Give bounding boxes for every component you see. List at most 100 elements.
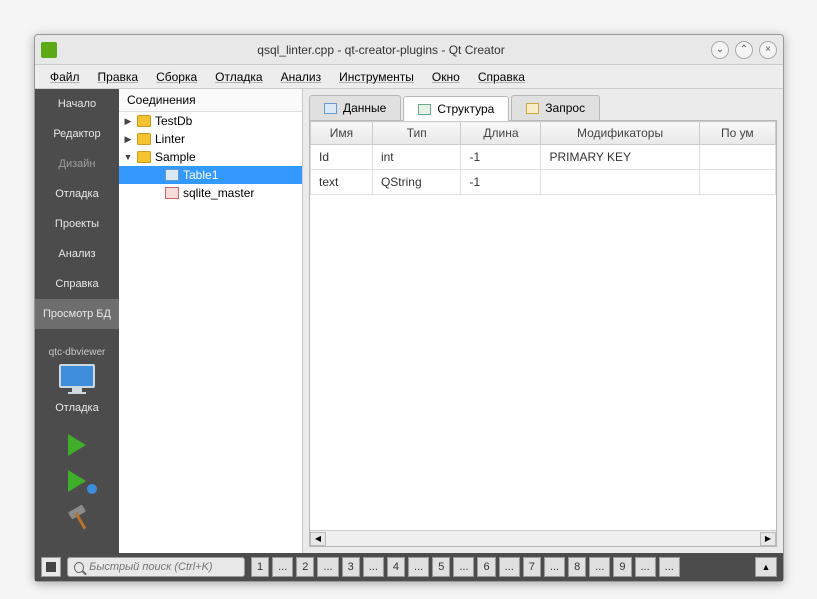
column-header[interactable]: По ум (699, 122, 775, 145)
sidebar-item[interactable]: Отладка (35, 179, 119, 209)
output-pane-button[interactable]: 3 (342, 557, 360, 577)
cell: text (311, 170, 373, 195)
connections-header: Соединения (119, 89, 302, 112)
close-button[interactable]: × (759, 41, 777, 59)
output-toggle-button[interactable]: ▲ (755, 557, 777, 577)
build-button[interactable] (65, 506, 89, 530)
expand-arrow-icon[interactable]: ▶ (123, 134, 133, 145)
search-input[interactable] (89, 561, 238, 573)
debug-mode-label: Отладка (35, 400, 119, 416)
menu-item[interactable]: Окно (423, 67, 469, 87)
tab[interactable]: Запрос (511, 95, 600, 120)
tab-icon (324, 103, 337, 114)
column-header[interactable]: Тип (372, 122, 461, 145)
locator-search[interactable] (67, 557, 245, 577)
output-pane-button[interactable]: ... (408, 557, 429, 577)
output-pane-button[interactable]: 4 (387, 557, 405, 577)
output-pane-button[interactable]: ... (499, 557, 520, 577)
tree-item-label: sqlite_master (183, 186, 254, 200)
main-panel: Данные Структура Запрос ИмяТипДлинаМодифик… (303, 89, 783, 553)
output-pane-button[interactable]: 9 (613, 557, 631, 577)
database-icon (137, 151, 151, 163)
target-selector[interactable] (55, 364, 99, 398)
table-icon (165, 169, 179, 181)
db-tabs: Данные Структура Запрос (303, 89, 783, 120)
menu-item[interactable]: Отладка (206, 67, 271, 87)
expand-arrow-icon[interactable]: ▼ (123, 152, 133, 162)
output-pane-button[interactable]: ... (659, 557, 680, 577)
tab[interactable]: Структура (403, 96, 509, 121)
menu-item[interactable]: Сборка (147, 67, 206, 87)
tree-row[interactable]: ▶ Linter (119, 130, 302, 148)
table-row[interactable]: textQString-1 (311, 170, 776, 195)
column-header[interactable]: Имя (311, 122, 373, 145)
cell: QString (372, 170, 461, 195)
tree-row[interactable]: Table1 (119, 166, 302, 184)
search-icon (74, 562, 84, 573)
output-pane-button[interactable]: 5 (432, 557, 450, 577)
output-pane-button[interactable]: ... (453, 557, 474, 577)
kit-label: qtc-dbviewer (35, 347, 119, 358)
output-pane-button[interactable]: ... (317, 557, 338, 577)
sidebar-item[interactable]: Дизайн (35, 149, 119, 179)
cell: Id (311, 145, 373, 170)
toggle-sidebar-button[interactable] (41, 557, 61, 577)
run-debug-button[interactable] (35, 456, 119, 492)
connections-tree[interactable]: ▶TestDb▶Linter▼SampleTable1sqlite_master (119, 112, 302, 553)
cell: -1 (461, 170, 541, 195)
table-row[interactable]: Idint-1PRIMARY KEY (311, 145, 776, 170)
output-pane-button[interactable]: 1 (251, 557, 269, 577)
output-pane-button[interactable]: ... (363, 557, 384, 577)
tree-row[interactable]: ▼Sample (119, 148, 302, 166)
menu-item[interactable]: Анализ (272, 67, 331, 87)
structure-table-wrap: ИмяТипДлинаМодификаторыПо ум Idint-1PRIM… (309, 120, 777, 547)
app-icon (41, 42, 57, 58)
main-window: qsql_linter.cpp - qt-creator-plugins - Q… (34, 34, 784, 582)
tab-label: Структура (437, 102, 494, 116)
sidebar-item[interactable]: Редактор (35, 119, 119, 149)
run-button[interactable] (68, 434, 86, 456)
column-header[interactable]: Длина (461, 122, 541, 145)
maximize-button[interactable]: ⌃ (735, 41, 753, 59)
output-pane-buttons: 1...2...3...4...5...6...7...8...9...... (251, 557, 680, 577)
menu-item[interactable]: Справка (469, 67, 534, 87)
sidebar-item[interactable]: Анализ (35, 239, 119, 269)
database-icon (137, 115, 151, 127)
scroll-left-button[interactable]: ◀ (310, 532, 326, 546)
minimize-button[interactable]: ⌄ (711, 41, 729, 59)
structure-table-scroll[interactable]: ИмяТипДлинаМодификаторыПо ум Idint-1PRIM… (310, 121, 776, 530)
output-pane-button[interactable]: ... (272, 557, 293, 577)
cell: PRIMARY KEY (541, 145, 699, 170)
title-bar: qsql_linter.cpp - qt-creator-plugins - Q… (35, 35, 783, 65)
cell: int (372, 145, 461, 170)
output-pane-button[interactable]: ... (544, 557, 565, 577)
output-pane-button[interactable]: ... (635, 557, 656, 577)
output-pane-button[interactable]: 7 (523, 557, 541, 577)
tree-row[interactable]: sqlite_master (119, 184, 302, 202)
output-pane-button[interactable]: 2 (296, 557, 314, 577)
horizontal-scrollbar[interactable]: ◀ ▶ (310, 530, 776, 546)
menu-item[interactable]: Файл (41, 67, 89, 87)
sidebar-item[interactable]: Проекты (35, 209, 119, 239)
menu-item[interactable]: Инструменты (330, 67, 423, 87)
tab[interactable]: Данные (309, 95, 401, 120)
sidebar-item[interactable]: Начало (35, 89, 119, 119)
output-pane-button[interactable]: 8 (568, 557, 586, 577)
scroll-right-button[interactable]: ▶ (760, 532, 776, 546)
menu-item[interactable]: Правка (89, 67, 148, 87)
tab-label: Запрос (545, 101, 585, 115)
cell (699, 170, 775, 195)
cell (699, 145, 775, 170)
tree-item-label: Linter (155, 132, 185, 146)
expand-arrow-icon[interactable]: ▶ (123, 116, 133, 127)
content-area: НачалоРедакторДизайнОтладкаПроектыАнализ… (35, 89, 783, 553)
connections-panel: Соединения ▶TestDb▶Linter▼SampleTable1sq… (119, 89, 303, 553)
output-pane-button[interactable]: ... (589, 557, 610, 577)
tree-row[interactable]: ▶TestDb (119, 112, 302, 130)
column-header[interactable]: Модификаторы (541, 122, 699, 145)
output-pane-button[interactable]: 6 (477, 557, 495, 577)
sidebar-item[interactable]: Просмотр БД (35, 299, 119, 329)
menu-bar: ФайлПравкаСборкаОтладкаАнализИнструменты… (35, 65, 783, 89)
sidebar-item[interactable]: Справка (35, 269, 119, 299)
tab-label: Данные (343, 101, 386, 115)
